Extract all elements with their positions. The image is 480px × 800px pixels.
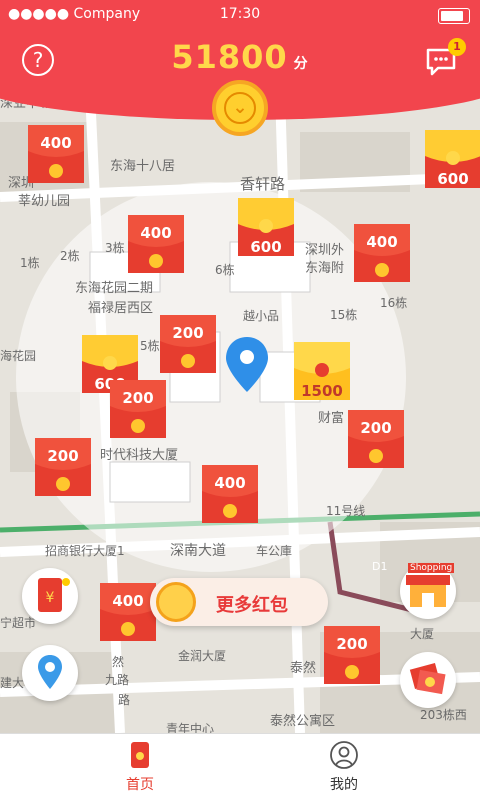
battery-icon	[438, 8, 470, 24]
clock: 17:30	[219, 6, 261, 22]
map-label: 东海附	[305, 261, 344, 276]
cash-gift-button[interactable]	[400, 652, 456, 708]
red-envelope[interactable]: 200	[110, 380, 166, 446]
tab-home[interactable]: 首页	[80, 740, 200, 794]
map-label: 3栋	[105, 240, 125, 255]
shop-button[interactable]: Shopping	[400, 563, 456, 619]
map-label: 泰然	[290, 660, 316, 676]
red-envelope[interactable]: 400	[202, 465, 258, 531]
cash-gift-icon	[409, 662, 446, 695]
status-bar: ●●●●● Company 17:30	[0, 0, 480, 30]
map-label: 东海花园二期	[75, 280, 153, 296]
red-envelope[interactable]: 200	[324, 626, 380, 692]
home-icon	[125, 740, 155, 770]
map-label: 15栋	[330, 307, 357, 322]
gold-envelope[interactable]: 1500	[294, 342, 350, 408]
red-envelope[interactable]: 400	[100, 583, 156, 649]
red-packet-button[interactable]: ¥	[22, 568, 78, 624]
tab-home-label: 首页	[126, 777, 154, 793]
map-label: 路	[118, 692, 130, 707]
score-display: 51800 分	[0, 38, 480, 76]
gold-envelope[interactable]: 600	[425, 130, 480, 196]
user-icon	[329, 740, 359, 770]
map-label: 深圳外	[305, 243, 344, 258]
tab-mine[interactable]: 我的	[284, 740, 404, 794]
map-label: 车公庫	[256, 543, 292, 558]
location-icon	[38, 655, 62, 689]
map-label: 大厦	[410, 627, 434, 641]
map-label: D1	[372, 560, 387, 573]
bottom-nav: 首页 我的	[0, 733, 480, 800]
score-unit: 分	[293, 56, 309, 72]
map-label: 11号线	[326, 504, 365, 518]
expand-button[interactable]: ⌄	[212, 80, 268, 136]
red-envelope[interactable]: 200	[35, 438, 91, 504]
locate-button[interactable]	[22, 645, 78, 701]
map-label: 金润大厦	[178, 648, 226, 663]
tab-mine-label: 我的	[330, 777, 358, 793]
map-label: 莘幼儿园	[18, 194, 70, 209]
shop-sign: Shopping	[408, 563, 455, 573]
messages-button[interactable]: 1	[424, 38, 466, 76]
map-label: 海花园	[0, 348, 36, 363]
red-envelope[interactable]: 200	[348, 410, 404, 476]
map-label: 泰然公寓区	[270, 713, 335, 729]
red-envelope[interactable]: 200	[160, 315, 216, 381]
map-label: 1栋	[20, 255, 40, 270]
map-label: 203栋西	[420, 707, 467, 722]
chevron-down-icon: ⌄	[224, 92, 256, 124]
more-red-packets-label: 更多红包	[216, 595, 288, 616]
red-envelope[interactable]: 400	[128, 215, 184, 281]
svg-text:¥: ¥	[46, 590, 55, 606]
red-envelope[interactable]: 400	[28, 125, 84, 191]
gold-envelope[interactable]: 600	[238, 198, 294, 264]
map-label: 5栋	[140, 338, 160, 353]
map-label: 然	[112, 654, 124, 669]
map-label: 香轩路	[240, 175, 285, 193]
message-badge: 1	[448, 38, 466, 56]
map-label: 2栋	[60, 248, 80, 263]
map-label: 财富	[318, 410, 344, 426]
map-label: 东海十八居	[110, 159, 175, 174]
map-label: 16栋	[380, 295, 407, 310]
compass-icon	[156, 582, 196, 622]
map-label: 福禄居西区	[88, 301, 153, 316]
more-red-packets-button[interactable]: 更多红包	[150, 578, 328, 626]
red-packet-icon: ¥	[38, 578, 70, 612]
map-label: 招商银行大厦1	[45, 543, 125, 558]
map-label: 时代科技大厦	[100, 448, 178, 463]
map-label: 深南大道	[170, 543, 226, 559]
red-envelope[interactable]: 400	[354, 224, 410, 290]
map-label: 6栋	[215, 262, 235, 277]
score-value: 51800	[171, 38, 288, 76]
map-label: 越小品	[243, 309, 279, 323]
map-label: 青年中心	[166, 721, 214, 733]
map-label: 九路	[105, 672, 129, 687]
map-label: 建大	[0, 676, 24, 690]
